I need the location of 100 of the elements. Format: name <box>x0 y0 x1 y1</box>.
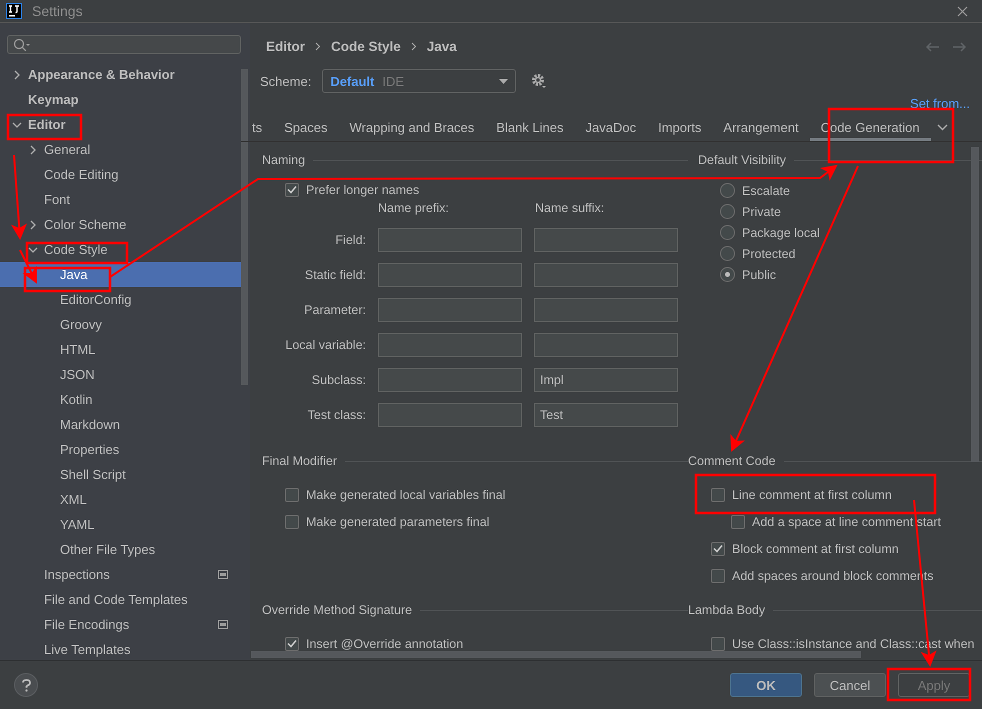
tree-item[interactable]: Color Scheme <box>0 212 241 237</box>
checkbox-label: Make generated parameters final <box>306 514 490 528</box>
field-label: Local variable: <box>285 338 366 352</box>
window-title: Settings <box>32 3 83 19</box>
prefix-field[interactable] <box>378 333 522 357</box>
section-title: Default Visibility <box>698 153 786 167</box>
section-title: Final Modifier <box>262 454 338 468</box>
radio-label: Package local <box>742 226 820 240</box>
field-label: Static field: <box>304 268 366 282</box>
forward-arrow-icon[interactable] <box>952 42 966 52</box>
tree-item[interactable]: Appearance & Behavior <box>0 62 241 87</box>
field-label: Field: <box>335 233 366 247</box>
checkbox-label: Prefer longer names <box>306 182 420 196</box>
section-title: Naming <box>262 153 306 167</box>
radio-label: Public <box>742 268 776 282</box>
tab[interactable]: JavaDoc <box>574 114 648 141</box>
suffix-field[interactable]: Test <box>534 403 678 427</box>
tree-item[interactable]: Code Style <box>0 237 241 262</box>
checkbox[interactable] <box>711 488 725 502</box>
tree-item[interactable]: Groovy <box>0 312 241 337</box>
tree-item[interactable]: Keymap <box>0 87 241 112</box>
suffix-field[interactable]: Impl <box>534 368 678 392</box>
checkbox[interactable] <box>711 542 725 556</box>
chevron-icon <box>410 42 417 51</box>
tree-item[interactable]: Code Editing <box>0 162 241 187</box>
tree-item[interactable]: JSON <box>0 362 241 387</box>
tree-item[interactable]: HTML <box>0 337 241 362</box>
checkbox[interactable] <box>711 636 725 650</box>
tree-item[interactable]: Font <box>0 187 241 212</box>
app-logo-icon <box>6 3 22 19</box>
section-title: Comment Code <box>688 454 776 468</box>
scheme-dropdown[interactable]: Default IDE <box>322 69 516 93</box>
tab[interactable]: Arrangement <box>712 114 810 141</box>
tree-item[interactable]: Kotlin <box>0 387 241 412</box>
help-button[interactable] <box>14 673 38 697</box>
scrollbar-thumb[interactable] <box>241 69 248 385</box>
prefix-field[interactable] <box>378 298 522 322</box>
column-header: Name suffix: <box>534 201 606 217</box>
tree-item[interactable]: Other File Types <box>0 537 241 562</box>
tree-item[interactable]: Live Templates <box>0 637 241 662</box>
tab[interactable]: Imports <box>647 114 712 141</box>
search-field[interactable] <box>7 35 241 54</box>
checkbox[interactable] <box>285 488 299 502</box>
tree-item[interactable]: Markdown <box>0 412 241 437</box>
radio-button[interactable] <box>720 183 735 198</box>
section-title: Lambda Body <box>688 603 766 617</box>
annotation-arrow <box>19 250 37 284</box>
chevron-icon <box>315 42 321 51</box>
suffix-field[interactable] <box>534 333 678 357</box>
prefix-field[interactable] <box>378 368 522 392</box>
radio-label: Private <box>742 204 781 218</box>
prefix-field[interactable] <box>378 403 522 427</box>
tab[interactable]: ts <box>241 114 274 141</box>
tree-item[interactable]: Inspections <box>0 562 241 587</box>
checkbox[interactable] <box>285 636 299 650</box>
set-from-link[interactable]: Set from... <box>910 96 970 114</box>
back-arrow-icon[interactable] <box>926 42 940 52</box>
prefix-field[interactable] <box>378 228 522 252</box>
column-header: Name prefix: <box>378 201 450 217</box>
scrollbar-thumb[interactable] <box>971 147 979 462</box>
radio-button[interactable] <box>720 267 735 282</box>
breadcrumb-item[interactable]: Editor <box>266 39 305 54</box>
tree-item[interactable]: Editor <box>0 112 241 137</box>
prefix-field[interactable] <box>378 263 522 287</box>
tree-item[interactable]: Properties <box>0 437 241 462</box>
radio-label: Protected <box>742 246 796 260</box>
tree-item[interactable]: General <box>0 137 241 162</box>
breadcrumb-item[interactable]: Code Style <box>331 39 401 54</box>
tab[interactable]: Wrapping and Braces <box>338 114 486 141</box>
dialog-button[interactable]: OK <box>730 673 802 697</box>
checkbox[interactable] <box>285 182 299 196</box>
search-icon <box>13 38 30 52</box>
radio-button[interactable] <box>720 225 735 240</box>
checkbox[interactable] <box>285 514 299 528</box>
breadcrumb-item[interactable]: Java <box>426 39 457 54</box>
gear-icon[interactable] <box>531 73 548 89</box>
dialog-button[interactable]: Cancel <box>814 673 886 697</box>
radio-label: Escalate <box>742 184 790 198</box>
scrollbar-thumb[interactable] <box>251 651 861 658</box>
suffix-field[interactable] <box>534 298 678 322</box>
radio-button[interactable] <box>720 246 735 261</box>
section-title: Override Method Signature <box>262 603 412 617</box>
tree-item[interactable]: EditorConfig <box>0 287 241 312</box>
tab[interactable]: Blank Lines <box>485 114 574 141</box>
tree-item[interactable]: XML <box>0 487 241 512</box>
tab[interactable]: Spaces <box>273 114 338 141</box>
chevron-down-icon[interactable] <box>936 124 948 131</box>
suffix-field[interactable] <box>534 228 678 252</box>
dropdown-caret-icon[interactable] <box>499 78 508 84</box>
question-mark-icon <box>22 678 30 692</box>
suffix-field[interactable] <box>534 263 678 287</box>
tree-item[interactable]: Shell Script <box>0 462 241 487</box>
close-icon[interactable] <box>957 6 968 16</box>
tree-item[interactable]: YAML <box>0 512 241 537</box>
tree-item[interactable]: File Encodings <box>0 612 241 637</box>
tree-item[interactable]: File and Code Templates <box>0 587 241 612</box>
checkbox-label: Line comment at first column <box>732 488 892 502</box>
checkbox[interactable] <box>711 568 725 582</box>
radio-button[interactable] <box>720 204 735 219</box>
checkbox[interactable] <box>731 514 745 528</box>
